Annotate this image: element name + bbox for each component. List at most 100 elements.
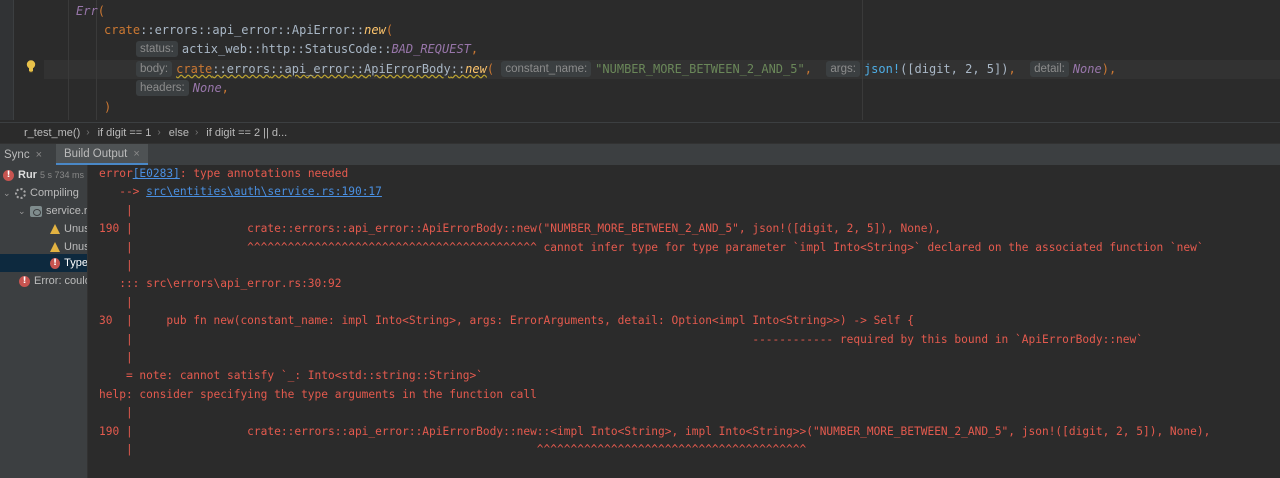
breadcrumb-item[interactable]: r_test_me() [24, 127, 80, 139]
token: , [221, 81, 229, 95]
breadcrumb-item[interactable]: else [169, 127, 189, 139]
output-text: error [99, 167, 133, 180]
output-line: | ^^^^^^^^^^^^^^^^^^^^^^^^^^^^^^^^^^^^^^… [99, 443, 807, 456]
token: , [804, 62, 812, 76]
build-output-console[interactable]: error[E0283]: type annotations needed --… [89, 165, 1280, 478]
token: :: [140, 23, 155, 37]
tree-item-label: Unus [64, 241, 88, 253]
code-line-6[interactable]: ) [104, 98, 111, 117]
token: :: [450, 62, 466, 76]
output-line: error[E0283]: type annotations needed [99, 165, 348, 183]
tree-item-error[interactable]: ! Error: could [19, 272, 88, 290]
token: api_error [284, 62, 350, 76]
param-hint: constant_name: [501, 61, 592, 77]
token: :: [376, 42, 392, 56]
tab-sync[interactable]: Sync × [0, 144, 46, 165]
warning-icon [50, 242, 60, 252]
breadcrumb: r_test_me() › if digit == 1 › else › if dig… [0, 122, 1280, 142]
lightbulb-icon[interactable] [24, 59, 38, 73]
error-icon: ! [3, 169, 14, 181]
build-time: 5 s 734 ms [39, 170, 84, 180]
spinner-icon [15, 187, 26, 199]
token: actix_web [181, 42, 247, 56]
tree-item-label: service.r [46, 205, 88, 217]
token: "NUMBER_MORE_BETWEEN_2_AND_5" [595, 62, 805, 76]
tree-item-label: Rur [18, 169, 37, 181]
param-hint: args: [826, 61, 860, 77]
chevron-down-icon[interactable]: ⌄ [3, 188, 13, 199]
close-icon[interactable]: × [36, 149, 42, 161]
chevron-down-icon[interactable]: ⌄ [18, 206, 28, 217]
token: None [192, 81, 222, 95]
build-tree: ! Rur 5 s 734 ms ⌄ Compiling ⌄ service.r… [0, 165, 88, 478]
tree-item-warning[interactable]: Unus [50, 220, 88, 238]
token: ), [1101, 62, 1117, 76]
warning-icon [50, 224, 60, 234]
output-line: | [99, 259, 133, 272]
tree-item-file[interactable]: ⌄ service.r [18, 202, 88, 220]
output-line: 190 | crate::errors::api_error::ApiError… [99, 222, 941, 236]
error-icon: ! [50, 257, 61, 269]
token: crate [176, 62, 213, 76]
output-line: | [99, 406, 133, 420]
tree-item-label: Type [64, 257, 88, 269]
token: :: [270, 62, 285, 76]
tree-item-label: Unus [64, 223, 88, 235]
tree-item-compiling[interactable]: ⌄ Compiling [3, 184, 79, 202]
indent-guide [68, 0, 69, 120]
tab-build-output[interactable]: Build Output × [56, 144, 148, 165]
code-line-2[interactable]: crate::errors::api_error::ApiError::new( [104, 21, 393, 40]
token: ( [486, 62, 495, 76]
error-icon: ! [19, 275, 30, 287]
param-hint: headers: [136, 80, 189, 96]
output-line: | [99, 203, 133, 217]
token: http [261, 42, 291, 56]
code-line-1[interactable]: Err( [76, 2, 105, 21]
token: :: [212, 62, 227, 76]
token: errors [154, 23, 198, 37]
code-editor[interactable]: Err( crate::errors::api_error::ApiError:… [0, 0, 1280, 120]
token: :: [277, 23, 292, 37]
token: new [364, 23, 386, 37]
code-line-5[interactable]: headers: None, [136, 79, 229, 98]
token: :: [349, 62, 365, 76]
code-line-4[interactable]: body: crate::errors::api_error::ApiErrorB… [136, 60, 1116, 79]
output-line: | [99, 295, 133, 309]
close-icon[interactable]: × [133, 148, 139, 160]
tree-item-label: Error: could [34, 275, 88, 287]
output-line: | [99, 351, 133, 364]
token: :: [349, 23, 365, 37]
output-text: --> [99, 185, 147, 199]
output-line: 190 | crate::errors::api_error::ApiError… [99, 424, 1211, 438]
chevron-right-icon: › [86, 127, 90, 138]
tab-label: Build Output [64, 147, 128, 160]
breadcrumb-item[interactable]: if digit == 2 || d... [206, 127, 287, 139]
token: BAD_REQUEST [391, 42, 471, 56]
output-line: = note: cannot satisfy `_: Into<std::str… [99, 369, 483, 383]
output-line: ::: src\errors\api_error.rs:30:92 [99, 277, 342, 291]
token: ([digit, 2, 5]) [900, 62, 1009, 76]
output-line: 30 | pub fn new(constant_name: impl Into… [99, 314, 914, 328]
token: None [1072, 62, 1102, 76]
breadcrumb-item[interactable]: if digit == 1 [98, 127, 152, 139]
error-code-link[interactable]: [E0283] [133, 167, 180, 180]
file-location-link[interactable]: src\entities\auth\service.rs:190:17 [146, 185, 382, 198]
token: :: [246, 42, 262, 56]
param-hint: body: [136, 61, 173, 77]
param-hint: status: [136, 41, 178, 57]
chevron-right-icon: › [194, 127, 199, 138]
output-text: : type annotations needed [179, 167, 349, 180]
tab-label: Sync [4, 148, 30, 161]
output-line: | ^^^^^^^^^^^^^^^^^^^^^^^^^^^^^^^^^^^^^^… [99, 240, 1204, 254]
tree-item-run[interactable]: ! Rur 5 s 734 ms [3, 166, 84, 184]
token: errors [226, 62, 271, 76]
token: api_error [212, 23, 278, 37]
rust-file-icon [30, 205, 42, 217]
token: crate [104, 23, 141, 37]
token: , [1008, 62, 1016, 76]
token: new [465, 62, 487, 76]
tree-item-type-error[interactable]: ! Type [0, 254, 88, 272]
code-line-3[interactable]: status: actix_web::http::StatusCode::BAD_… [136, 40, 478, 59]
token: Err [76, 4, 98, 18]
chevron-right-icon: › [157, 127, 161, 138]
